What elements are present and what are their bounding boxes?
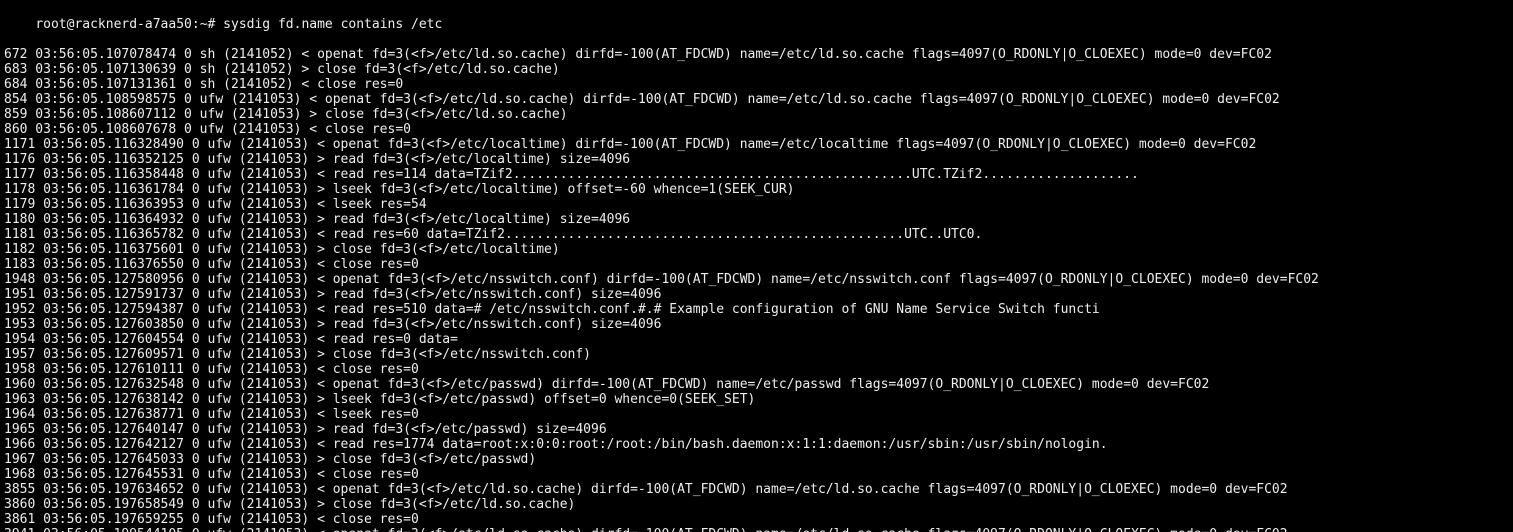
output-line: 1181 03:56:05.116365782 0 ufw (2141053) … bbox=[4, 227, 1509, 242]
output-line: 1958 03:56:05.127610111 0 ufw (2141053) … bbox=[4, 362, 1509, 377]
output-line: 1954 03:56:05.127604554 0 ufw (2141053) … bbox=[4, 332, 1509, 347]
output-line: 1964 03:56:05.127638771 0 ufw (2141053) … bbox=[4, 407, 1509, 422]
output-line: 1953 03:56:05.127603850 0 ufw (2141053) … bbox=[4, 317, 1509, 332]
prompt-user-host: root@racknerd-a7aa50:~# bbox=[35, 17, 215, 32]
output-line: 684 03:56:05.107131361 0 sh (2141052) < … bbox=[4, 77, 1509, 92]
prompt-line: root@racknerd-a7aa50:~# sysdig fd.name c… bbox=[4, 2, 1509, 47]
output-line: 1951 03:56:05.127591737 0 ufw (2141053) … bbox=[4, 287, 1509, 302]
output-line: 859 03:56:05.108607112 0 ufw (2141053) >… bbox=[4, 107, 1509, 122]
output-line: 3941 03:56:05.199544105 0 ufw (2141053) … bbox=[4, 527, 1509, 532]
output-line: 854 03:56:05.108598575 0 ufw (2141053) <… bbox=[4, 92, 1509, 107]
output-line: 1171 03:56:05.116328490 0 ufw (2141053) … bbox=[4, 137, 1509, 152]
output-line: 1965 03:56:05.127640147 0 ufw (2141053) … bbox=[4, 422, 1509, 437]
terminal[interactable]: root@racknerd-a7aa50:~# sysdig fd.name c… bbox=[0, 0, 1513, 532]
output-line: 683 03:56:05.107130639 0 sh (2141052) > … bbox=[4, 62, 1509, 77]
output-line: 1183 03:56:05.116376550 0 ufw (2141053) … bbox=[4, 257, 1509, 272]
output-line: 1966 03:56:05.127642127 0 ufw (2141053) … bbox=[4, 437, 1509, 452]
output-line: 1957 03:56:05.127609571 0 ufw (2141053) … bbox=[4, 347, 1509, 362]
output-line: 3860 03:56:05.197658549 0 ufw (2141053) … bbox=[4, 497, 1509, 512]
output-line: 860 03:56:05.108607678 0 ufw (2141053) <… bbox=[4, 122, 1509, 137]
output-line: 1968 03:56:05.127645531 0 ufw (2141053) … bbox=[4, 467, 1509, 482]
output-line: 1180 03:56:05.116364932 0 ufw (2141053) … bbox=[4, 212, 1509, 227]
output-line: 3861 03:56:05.197659255 0 ufw (2141053) … bbox=[4, 512, 1509, 527]
prompt-command: sysdig fd.name contains /etc bbox=[223, 17, 442, 32]
output-line: 672 03:56:05.107078474 0 sh (2141052) < … bbox=[4, 47, 1509, 62]
output-line: 1960 03:56:05.127632548 0 ufw (2141053) … bbox=[4, 377, 1509, 392]
output-line: 1177 03:56:05.116358448 0 ufw (2141053) … bbox=[4, 167, 1509, 182]
output-lines: 672 03:56:05.107078474 0 sh (2141052) < … bbox=[4, 47, 1509, 532]
output-line: 1179 03:56:05.116363953 0 ufw (2141053) … bbox=[4, 197, 1509, 212]
output-line: 1963 03:56:05.127638142 0 ufw (2141053) … bbox=[4, 392, 1509, 407]
output-line: 1948 03:56:05.127580956 0 ufw (2141053) … bbox=[4, 272, 1509, 287]
output-line: 1178 03:56:05.116361784 0 ufw (2141053) … bbox=[4, 182, 1509, 197]
output-line: 1952 03:56:05.127594387 0 ufw (2141053) … bbox=[4, 302, 1509, 317]
output-line: 1182 03:56:05.116375601 0 ufw (2141053) … bbox=[4, 242, 1509, 257]
output-line: 3855 03:56:05.197634652 0 ufw (2141053) … bbox=[4, 482, 1509, 497]
output-line: 1176 03:56:05.116352125 0 ufw (2141053) … bbox=[4, 152, 1509, 167]
output-line: 1967 03:56:05.127645033 0 ufw (2141053) … bbox=[4, 452, 1509, 467]
